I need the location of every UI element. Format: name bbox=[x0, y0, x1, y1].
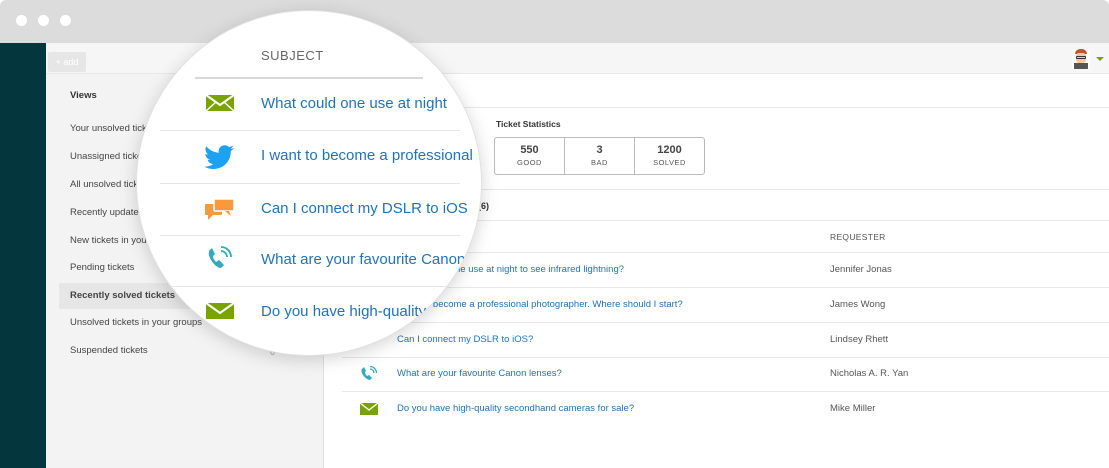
views-title: Views bbox=[70, 90, 97, 101]
nav-rail bbox=[0, 43, 46, 468]
twitter-icon bbox=[204, 145, 234, 169]
window-close-dot[interactable] bbox=[16, 15, 27, 26]
row-requester: Lindsey Rhett bbox=[830, 334, 889, 345]
ticket-statistics: 550 GOOD 3 BAD 1200 SOLVED bbox=[494, 137, 705, 175]
row-divider bbox=[160, 183, 460, 184]
magnified-subject[interactable]: Can I connect my DSLR to iOS bbox=[261, 200, 468, 217]
add-button[interactable]: + add bbox=[48, 52, 86, 72]
stat-good-label: GOOD bbox=[517, 158, 542, 167]
phone-icon bbox=[208, 246, 232, 268]
user-avatar[interactable] bbox=[1072, 49, 1090, 69]
row-subject[interactable]: Do you have high-quality secondhand came… bbox=[397, 403, 634, 414]
stat-good-value: 550 bbox=[520, 144, 539, 156]
window-zoom-dot[interactable] bbox=[60, 15, 71, 26]
stat-bad-label: BAD bbox=[591, 158, 608, 167]
row-divider bbox=[160, 235, 460, 236]
row-requester: Nicholas A. R. Yan bbox=[830, 368, 909, 379]
magnified-subject[interactable]: Do you have high-quality bbox=[261, 303, 426, 320]
window-minimize-dot[interactable] bbox=[38, 15, 49, 26]
column-header-subject[interactable]: SUBJECT bbox=[261, 48, 324, 63]
stat-bad-value: 3 bbox=[596, 144, 603, 156]
header-underline bbox=[195, 77, 423, 79]
row-subject[interactable]: What are your favourite Canon lenses? bbox=[397, 368, 562, 379]
row-divider bbox=[160, 130, 460, 131]
row-requester: Mike Miller bbox=[830, 403, 876, 414]
email-icon bbox=[205, 302, 235, 319]
magnified-subject[interactable]: I want to become a professional bbox=[261, 147, 473, 164]
magnified-subject[interactable]: What are your favourite Canon bbox=[261, 251, 465, 268]
email-icon bbox=[359, 402, 379, 415]
magnifier-lens: SUBJECT What could one use at night I wa… bbox=[137, 11, 481, 355]
stat-good: 550 GOOD bbox=[495, 138, 565, 174]
stats-title: Ticket Statistics bbox=[496, 119, 561, 129]
column-header-requester[interactable]: REQUESTER bbox=[830, 232, 886, 242]
row-requester: James Wong bbox=[830, 299, 886, 310]
email-icon bbox=[205, 94, 235, 112]
chat-icon bbox=[205, 198, 235, 220]
stat-solved: 1200 SOLVED bbox=[635, 138, 704, 174]
stat-solved-label: SOLVED bbox=[653, 158, 686, 167]
row-divider bbox=[160, 286, 460, 287]
phone-icon bbox=[361, 365, 378, 380]
stat-solved-value: 1200 bbox=[657, 144, 682, 156]
stat-bad: 3 BAD bbox=[565, 138, 635, 174]
magnified-subject[interactable]: What could one use at night bbox=[261, 95, 447, 112]
chevron-down-icon[interactable] bbox=[1096, 57, 1104, 61]
app-window: + add Views Your unsolved tickets Unassi… bbox=[0, 0, 1109, 468]
row-requester: Jennifer Jonas bbox=[830, 264, 892, 275]
